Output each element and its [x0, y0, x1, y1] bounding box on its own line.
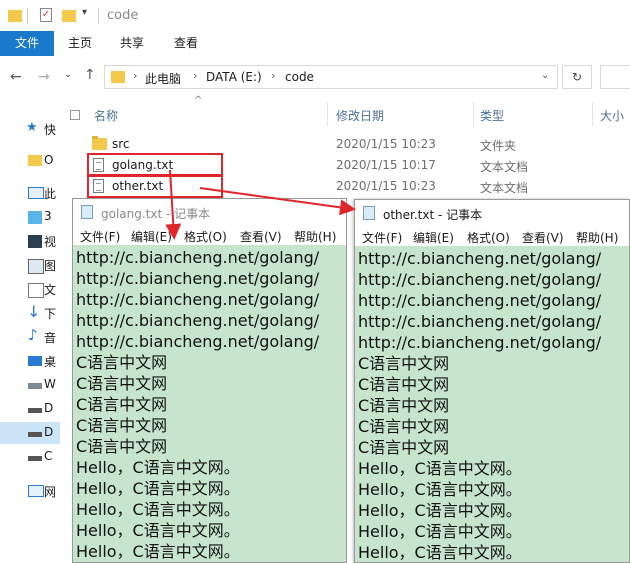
arrow-to-golang-notepad [165, 169, 182, 240]
arrow-to-other-notepad [199, 187, 356, 216]
annotation-arrows [165, 169, 356, 240]
